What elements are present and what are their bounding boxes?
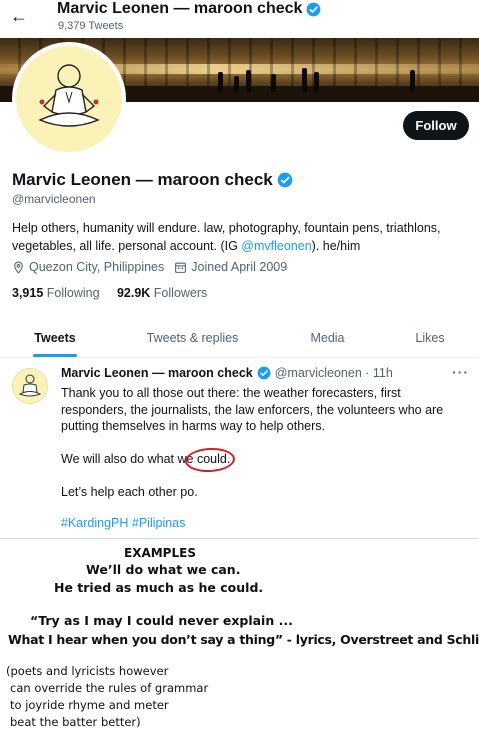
profile-bio: Help others, humanity will endure. law, …: [12, 221, 441, 253]
verified-badge-icon: [257, 366, 271, 380]
profile-joined: Joined April 2009: [191, 260, 288, 274]
profile-tabs: Tweets Tweets & replies Media Likes: [0, 318, 479, 358]
location-pin-icon: [14, 261, 23, 274]
profile-handle: @marvicleonen: [12, 192, 96, 206]
following-link[interactable]: 3,915 Following: [12, 286, 100, 300]
meditating-figure-icon: [18, 374, 42, 397]
tab-tweets-replies[interactable]: Tweets & replies: [130, 318, 255, 358]
example-quote-2: What I hear when you don’t say a thing” …: [8, 632, 479, 647]
tweet-hashtags[interactable]: #KardingPH #Pilipinas: [61, 515, 469, 532]
profile-location: Quezon City, Philippines: [29, 260, 165, 274]
active-tab-indicator: [33, 354, 77, 357]
verified-badge-icon: [307, 2, 321, 16]
tab-tweets[interactable]: Tweets: [20, 318, 90, 358]
meditating-figure-illustration: [38, 64, 100, 127]
profile-name: Marvic Leonen — maroon check: [12, 170, 293, 190]
profile-meta: Quezon City, Philippines Joined April 20…: [12, 260, 287, 274]
tab-likes[interactable]: Likes: [400, 318, 460, 358]
example-line-2: He tried as much as he could.: [54, 580, 264, 595]
tweet-count: 9,379 Tweets: [58, 20, 124, 32]
arrow-left-icon[interactable]: ←: [10, 6, 30, 26]
tweet-avatar[interactable]: [12, 368, 48, 404]
top-bar: ← Marvic Leonen — maroon check 9,379 Twe…: [0, 0, 479, 38]
note-line-3: to joyride rhyme and meter: [10, 698, 169, 712]
tweet-paragraph-1: Thank you to all those out there: the we…: [61, 386, 444, 433]
tweet-header: Marvic Leonen — maroon check @marvicleon…: [61, 366, 393, 380]
tweet-paragraph-3: Let’s help each other po.: [61, 485, 198, 499]
note-line-4: beat the batter better): [10, 715, 141, 729]
example-line-1: We’ll do what we can.: [86, 562, 241, 577]
section-divider: [0, 538, 479, 541]
note-line-2: can override the rules of grammar: [10, 681, 209, 695]
tweet-paragraph-2: We will also do what we could.: [61, 452, 231, 466]
tweet-handle-time: @marvicleonen · 11h: [274, 366, 393, 380]
profile-avatar[interactable]: [12, 42, 126, 156]
follow-button[interactable]: Follow: [403, 111, 469, 140]
bio-mention-link[interactable]: @mvfleonen: [241, 239, 311, 253]
more-options-icon[interactable]: ···: [452, 364, 469, 380]
verified-badge-icon: [277, 172, 293, 188]
followers-link[interactable]: 92.9K Followers: [117, 286, 207, 300]
profile-stats: 3,915 Following 92.9K Followers: [12, 286, 207, 300]
tweet-author-name[interactable]: Marvic Leonen — maroon check: [61, 366, 253, 380]
note-line-1: (poets and lyricists however: [6, 664, 169, 678]
calendar-icon: [175, 262, 187, 273]
examples-title: EXAMPLES: [124, 546, 196, 560]
tab-media[interactable]: Media: [295, 318, 360, 358]
header-name: Marvic Leonen — maroon check: [57, 0, 321, 18]
example-quote-1: “Try as I may I could never explain ...: [30, 613, 293, 628]
